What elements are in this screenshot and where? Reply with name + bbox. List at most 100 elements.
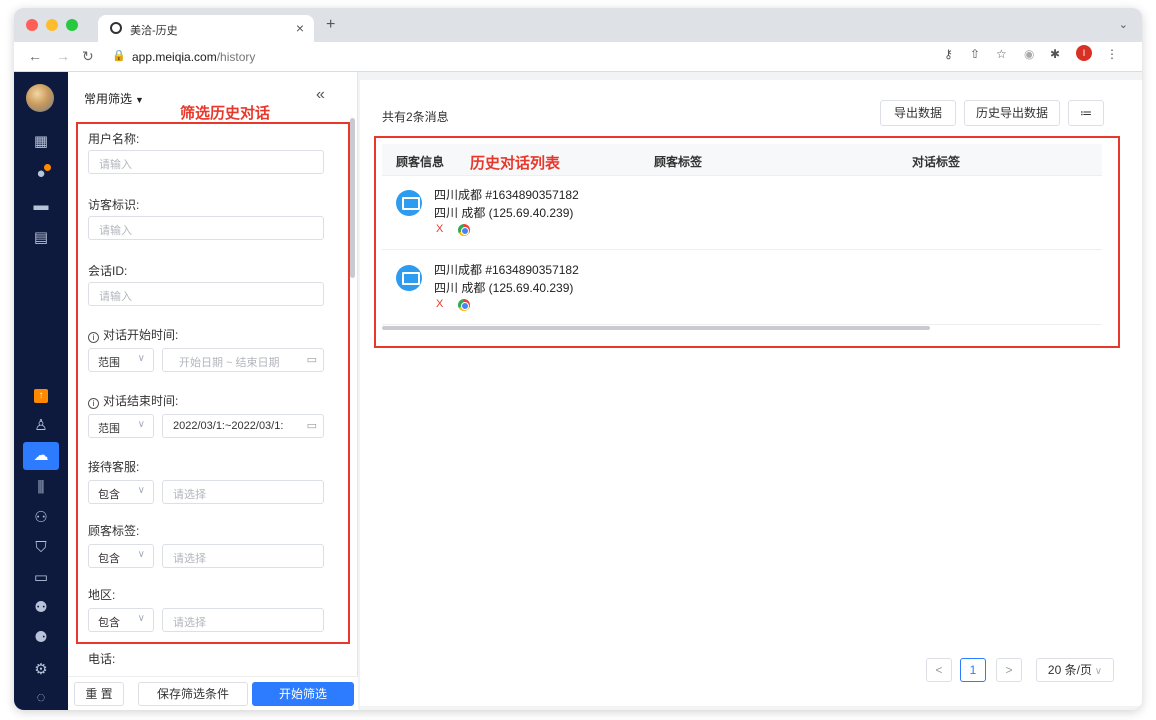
tab-search-icon[interactable]: ⌄ [1119,18,1128,31]
tag-mode-select[interactable]: 包含 ∨ [88,544,154,568]
phone-label: 电话: [88,652,116,666]
saved-filters-label: 常用筛选 [84,92,133,106]
chevron-down-icon: ∨ [137,613,145,624]
shield-icon[interactable]: ⛉ [23,534,59,562]
filter-panel: 常用筛选 ▼ 筛选历史对话 « 用户名称: 请输入 访客标识: 请输入 会话ID:… [68,72,358,710]
save-filter-button[interactable]: 保存筛选条件 [138,682,248,706]
page-size-select[interactable]: 20 条/页 ∨ [1036,658,1114,682]
next-page-button[interactable]: > [996,658,1022,682]
start-mode-select[interactable]: 范围 ∨ [88,348,154,372]
collapse-panel-button[interactable]: « [316,86,325,104]
close-window-button[interactable] [26,19,38,31]
minimize-window-button[interactable] [46,19,58,31]
team-icon[interactable]: ⚇ [23,504,59,532]
tag-placeholder: 请选择 [173,553,206,565]
back-icon[interactable]: ← [28,48,42,64]
filter-footer: 重 置 保存筛选条件 开始筛选 [68,676,358,710]
contacts-icon[interactable]: ⚈ [23,624,59,652]
settings-icon[interactable]: ⚙ [23,656,59,684]
lock-icon: 🔒 [112,50,126,62]
agent-select[interactable]: 请选择 [162,480,324,504]
message-count: 共有2条消息 [382,110,449,124]
monitor-icon[interactable]: ▭ [23,564,59,592]
history-export-button[interactable]: 历史导出数据 [964,100,1060,126]
end-mode-select[interactable]: 范围 ∨ [88,414,154,438]
more-icon[interactable]: ⋮ [1106,47,1118,61]
clipboard-icon[interactable]: ▤ [23,224,59,252]
tab-close-button[interactable]: × [296,20,304,36]
robot-icon[interactable]: ⚉ [23,594,59,622]
region-mode-select[interactable]: 包含 ∨ [88,608,154,632]
browser-tab[interactable]: 美洽-历史 × [98,15,314,42]
session-placeholder: 请输入 [99,291,132,303]
export-button[interactable]: 导出数据 [880,100,956,126]
forward-icon[interactable]: → [56,48,70,64]
visitor-input[interactable]: 请输入 [88,216,324,240]
maximize-window-button[interactable] [66,19,78,31]
dashboard-icon[interactable]: ▦ [23,128,59,156]
upgrade-icon[interactable]: ↑ [23,380,59,408]
reload-icon[interactable]: ↻ [82,48,94,65]
share-icon[interactable]: ⇧ [970,47,980,61]
customer-tag-label: 顾客标签: [88,524,140,538]
column-customer-tags: 顾客标签 [654,155,703,169]
browser-window: 美洽-历史 × + ⌄ ← → ↻ 🔒 app.meiqia.com/histo… [14,8,1142,710]
avatar[interactable] [26,84,54,112]
chrome-icon [458,224,470,236]
filter-annotation: 筛选历史对话 [180,105,271,122]
table-row[interactable]: 四川成都 #1634890357182 四川 成都 (125.69.40.239… [382,176,1102,250]
extension-icon[interactable]: ◉ [1024,47,1034,61]
prev-page-button[interactable]: < [926,658,952,682]
caret-down-icon: ▼ [135,95,144,105]
browser-title-bar: 美洽-历史 × + ⌄ [14,8,1142,42]
x-icon: X [436,298,444,310]
star-icon[interactable]: ☆ [996,47,1007,61]
agent-placeholder: 请选择 [173,489,206,501]
saved-filters-dropdown[interactable]: 常用筛选 ▼ [84,90,144,107]
new-tab-button[interactable]: + [326,16,335,34]
end-time-text: 对话结束时间: [103,394,179,408]
profile-avatar[interactable]: I [1076,45,1092,61]
end-mode-value: 范围 [98,423,120,435]
customer-name[interactable]: 四川成都 #1634890357182 [434,186,579,203]
end-date-range[interactable]: 2022/03/1:~2022/03/1: ▭ [162,414,324,438]
address-bar: ← → ↻ 🔒 app.meiqia.com/history ⚷ ⇧ ☆ ◉ ✱… [14,42,1142,72]
visitor-label: 访客标识: [88,198,140,212]
app-sidebar: ▦ ● ▬ ▤ ↑ ♙ ☁ ⫼ ⚇ ⛉ ▭ ⚉ ⚈ ⚙ ◌ [14,72,68,710]
region-select[interactable]: 请选择 [162,608,324,632]
username-input[interactable]: 请输入 [88,150,324,174]
info-icon: i [88,332,99,343]
x-icon: X [436,223,444,235]
start-date-range[interactable]: 开始日期 ~ 结束日期 ▭ [162,348,324,372]
session-input[interactable]: 请输入 [88,282,324,306]
agent-mode-select[interactable]: 包含 ∨ [88,480,154,504]
columns-icon[interactable]: ≔ [1068,100,1104,126]
puzzle-icon[interactable]: ✱ [1050,47,1060,61]
tag-select[interactable]: 请选择 [162,544,324,568]
table-horizontal-scrollbar[interactable] [382,326,930,330]
chat-icon[interactable]: ● [23,160,59,188]
stats-icon[interactable]: ⫼ [23,474,59,502]
chevron-down-icon: ∨ [137,485,145,496]
user-icon[interactable]: ♙ [23,412,59,440]
reset-button[interactable]: 重 置 [74,682,124,706]
end-range-value: 2022/03/1:~2022/03/1: [173,420,284,432]
table-row[interactable]: 四川成都 #1634890357182 四川 成都 (125.69.40.239… [382,251,1102,325]
start-filter-button[interactable]: 开始筛选 [252,682,354,706]
page-1-button[interactable]: 1 [960,658,986,682]
region-placeholder: 请选择 [173,617,206,629]
customer-location: 四川 成都 (125.69.40.239) [434,281,574,295]
calendar-icon: ▭ [306,420,317,432]
tab-title: 美洽-历史 [130,25,178,37]
calendar-icon: ▭ [306,354,317,366]
list-annotation: 历史对话列表 [470,155,561,172]
filter-scrollbar[interactable] [350,118,355,278]
chrome-icon [458,299,470,311]
help-icon[interactable]: ◌ [23,684,59,710]
history-icon[interactable]: ☁ [23,442,59,470]
key-icon[interactable]: ⚷ [944,47,953,61]
message-icon[interactable]: ▬ [23,192,59,220]
chevron-down-icon: ∨ [137,419,145,430]
username-label: 用户名称: [88,132,140,146]
customer-name[interactable]: 四川成都 #1634890357182 [434,261,579,278]
